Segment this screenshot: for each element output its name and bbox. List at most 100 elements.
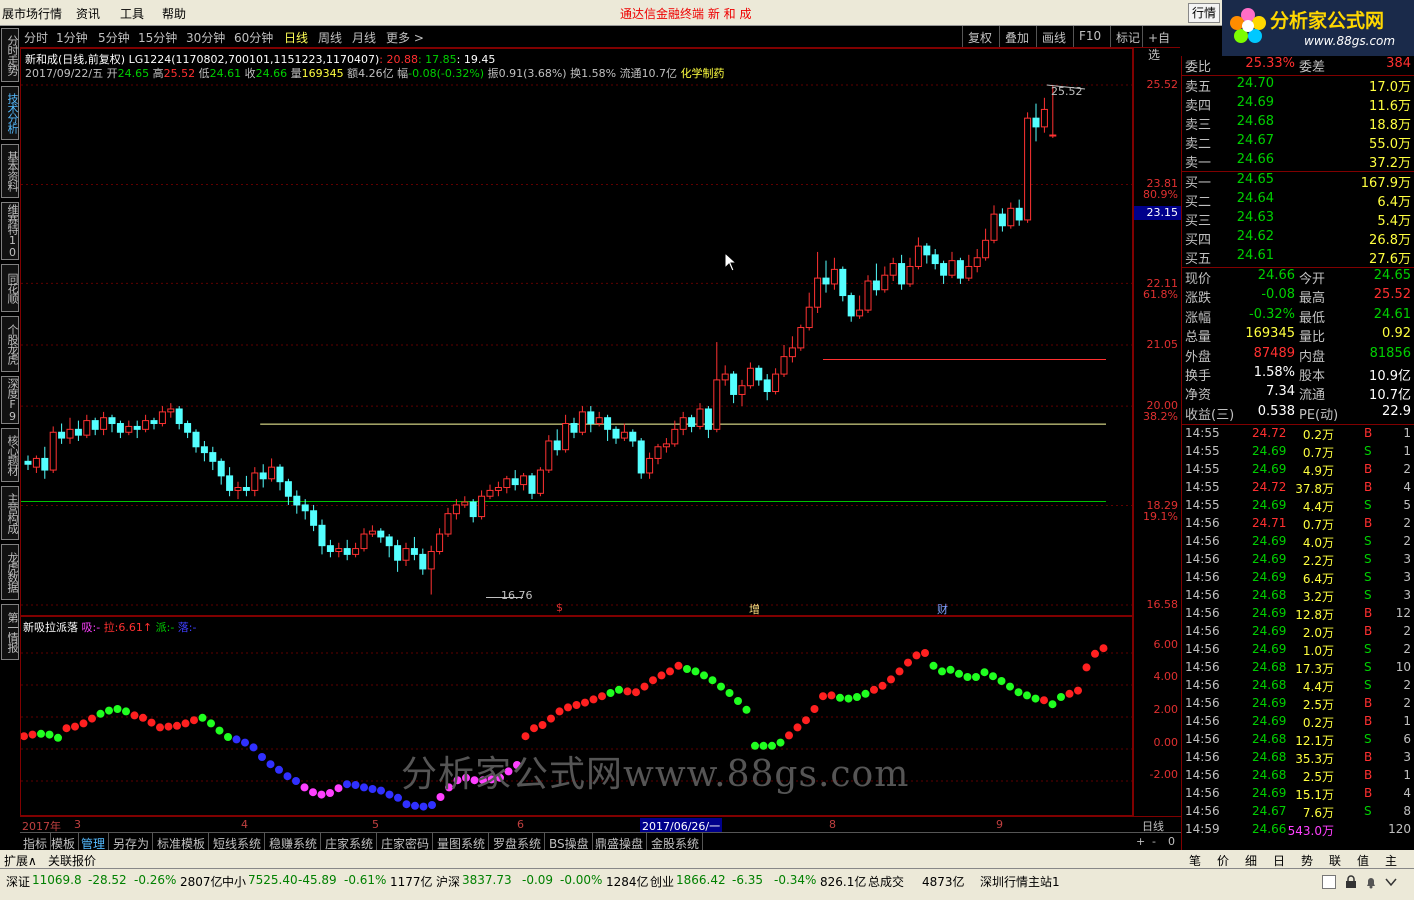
sz-amount: 2807亿 bbox=[180, 875, 223, 889]
tab-gold-stock[interactable]: 金股系统 bbox=[648, 833, 704, 851]
rp-tab-day[interactable]: 日 bbox=[1265, 852, 1293, 869]
tab-standard-template[interactable]: 标准模板 bbox=[154, 833, 210, 851]
menu-tools[interactable]: 工具 bbox=[120, 5, 144, 22]
indicator-dot bbox=[122, 707, 130, 716]
bid-row-2[interactable]: 买二 24.64 6.4万 bbox=[1182, 191, 1414, 210]
bid-row-1[interactable]: 买一 24.65 167.9万 bbox=[1182, 172, 1414, 191]
tab-bs-trading[interactable]: BS操盘 bbox=[546, 833, 593, 851]
rp-tab-main[interactable]: 主 bbox=[1377, 852, 1405, 869]
candle bbox=[469, 499, 477, 523]
ask-row-1[interactable]: 卖一 24.66 37.2万 bbox=[1182, 152, 1414, 171]
quote-button[interactable]: 行情 bbox=[1188, 3, 1220, 23]
period-15min[interactable]: 15分钟 bbox=[138, 29, 177, 46]
chevron-down-icon[interactable] bbox=[1384, 875, 1398, 889]
period-monthly[interactable]: 月线 bbox=[352, 29, 376, 46]
tab-save-as[interactable]: 另存为 bbox=[110, 833, 154, 851]
tab-dingsheng[interactable]: 鼎盛操盘 bbox=[592, 833, 648, 851]
quote-row: 总量 169345 量比 0.92 bbox=[1182, 326, 1414, 345]
rp-tab-price[interactable]: 价 bbox=[1209, 852, 1237, 869]
bid-row-5[interactable]: 买五 24.61 27.6万 bbox=[1182, 248, 1414, 267]
rp-tab-ticks[interactable]: 笔 bbox=[1181, 852, 1209, 869]
settings-checkbox[interactable] bbox=[1322, 875, 1336, 889]
candle-body bbox=[914, 245, 922, 267]
tab-dragon-tiger[interactable]: 个股龙虎 bbox=[1, 316, 19, 372]
candle bbox=[1015, 199, 1023, 226]
rp-tab-trend[interactable]: 势 bbox=[1293, 852, 1321, 869]
event-marker-add[interactable]: 增 bbox=[749, 601, 760, 617]
menu-market[interactable]: 展市场行情 bbox=[2, 5, 62, 22]
period-daily[interactable]: 日线 bbox=[284, 29, 308, 46]
tab-template[interactable]: 模板 bbox=[48, 833, 80, 851]
period-intraday[interactable]: 分时 bbox=[24, 29, 48, 46]
menu-news[interactable]: 资讯 bbox=[76, 5, 100, 22]
candlestick-chart[interactable]: 新和成(日线,前复权) LG1224(1170802,700101,115122… bbox=[20, 48, 1133, 616]
quote-row: 换手 1.58% 股本 10.9亿 bbox=[1182, 365, 1414, 384]
expand-button[interactable]: 扩展∧ bbox=[4, 852, 37, 869]
tab-core-theme[interactable]: 核心题材 bbox=[1, 428, 19, 482]
rp-tab-value[interactable]: 值 bbox=[1349, 852, 1377, 869]
lock-icon[interactable] bbox=[1344, 875, 1358, 889]
tab-indicator[interactable]: 指标 bbox=[20, 833, 52, 851]
overlay-button[interactable]: 叠加 bbox=[999, 26, 1034, 47]
period-weekly[interactable]: 周线 bbox=[318, 29, 342, 46]
add-favorite-button[interactable]: +自选 bbox=[1142, 26, 1180, 62]
candle bbox=[217, 458, 225, 485]
tab-dealer-system[interactable]: 庄家系统 bbox=[322, 833, 378, 851]
period-more[interactable]: 更多 > bbox=[386, 29, 424, 46]
rp-tab-detail[interactable]: 细 bbox=[1237, 852, 1265, 869]
tab-technical[interactable]: 技术分析 bbox=[1, 86, 19, 140]
ask-row-2[interactable]: 卖二 24.67 55.0万 bbox=[1182, 133, 1414, 152]
bid-row-3[interactable]: 买三 24.63 5.4万 bbox=[1182, 210, 1414, 229]
quote-label: 总量 bbox=[1185, 330, 1212, 346]
bell-icon[interactable] bbox=[1364, 875, 1378, 889]
adjust-button[interactable]: 复权 bbox=[962, 26, 997, 47]
quote-panel-tabs: 笔 价 细 日 势 联 值 主 bbox=[1181, 850, 1414, 868]
related-quote-button[interactable]: 关联报价 bbox=[48, 852, 96, 869]
period-5min[interactable]: 5分钟 bbox=[98, 29, 130, 46]
menu-help[interactable]: 帮助 bbox=[162, 5, 186, 22]
tab-steady-system[interactable]: 稳赚系统 bbox=[266, 833, 322, 851]
period-60min[interactable]: 60分钟 bbox=[234, 29, 273, 46]
indicator-dot bbox=[802, 716, 810, 725]
price-tick: 16.58 bbox=[1146, 598, 1179, 611]
tab-intel[interactable]: 第一情报 bbox=[1, 604, 19, 660]
indicator-dot bbox=[1023, 691, 1031, 700]
tab-manage[interactable]: 管理 bbox=[78, 833, 110, 851]
reset-button[interactable]: 0 bbox=[1168, 835, 1175, 848]
tab-compass-system[interactable]: 罗盘系统 bbox=[490, 833, 546, 851]
rp-tab-link[interactable]: 联 bbox=[1321, 852, 1349, 869]
ask-row-3[interactable]: 卖三 24.68 18.8万 bbox=[1182, 114, 1414, 133]
candle-body bbox=[125, 425, 133, 433]
tick-side: S bbox=[1364, 804, 1372, 818]
candle-body bbox=[32, 457, 40, 468]
indicator-dot bbox=[810, 705, 819, 713]
tab-lhb-data[interactable]: 龙虎数据 bbox=[1, 544, 19, 600]
candle bbox=[318, 519, 326, 555]
candle-body bbox=[108, 417, 116, 425]
period-1min[interactable]: 1分钟 bbox=[56, 29, 88, 46]
tab-intraday[interactable]: 分时走势 bbox=[1, 28, 19, 82]
tab-dealer-code[interactable]: 庄家密码 bbox=[378, 833, 434, 851]
f10-button[interactable]: F10 bbox=[1073, 26, 1106, 47]
tab-short-system[interactable]: 短线系统 bbox=[210, 833, 266, 851]
event-marker-dollar[interactable]: $ bbox=[556, 601, 563, 614]
period-30min[interactable]: 30分钟 bbox=[186, 29, 225, 46]
tab-vst[interactable]: 维赛特10 bbox=[1, 202, 19, 260]
candle bbox=[763, 374, 771, 401]
indicator-chart[interactable]: 新吸拉派落 吸:- 拉:6.61↑ 派:- 落:- 分析家公式网www.88gs… bbox=[20, 616, 1133, 816]
tab-fundamentals[interactable]: 基本资料 bbox=[1, 144, 19, 198]
tab-depth[interactable]: 深度F9 bbox=[1, 376, 19, 424]
draw-button[interactable]: 画线 bbox=[1036, 26, 1071, 47]
candle bbox=[914, 237, 922, 270]
quote-value: 10.7亿 bbox=[1369, 388, 1411, 404]
ask-row-5[interactable]: 卖五 24.70 17.0万 bbox=[1182, 76, 1414, 95]
mark-button[interactable]: 标记 bbox=[1110, 26, 1145, 47]
event-marker-finance[interactable]: 财 bbox=[937, 601, 948, 617]
tab-volume-system[interactable]: 量图系统 bbox=[434, 833, 490, 851]
tab-ths[interactable]: 同花顺 bbox=[1, 264, 19, 312]
ask-row-4[interactable]: 卖四 24.69 11.6万 bbox=[1182, 95, 1414, 114]
tab-business[interactable]: 主营构成 bbox=[1, 486, 19, 540]
bid-row-4[interactable]: 买四 24.62 26.8万 bbox=[1182, 229, 1414, 248]
zoom-in-button[interactable]: + bbox=[1136, 835, 1145, 848]
zoom-out-button[interactable]: - bbox=[1152, 835, 1156, 848]
